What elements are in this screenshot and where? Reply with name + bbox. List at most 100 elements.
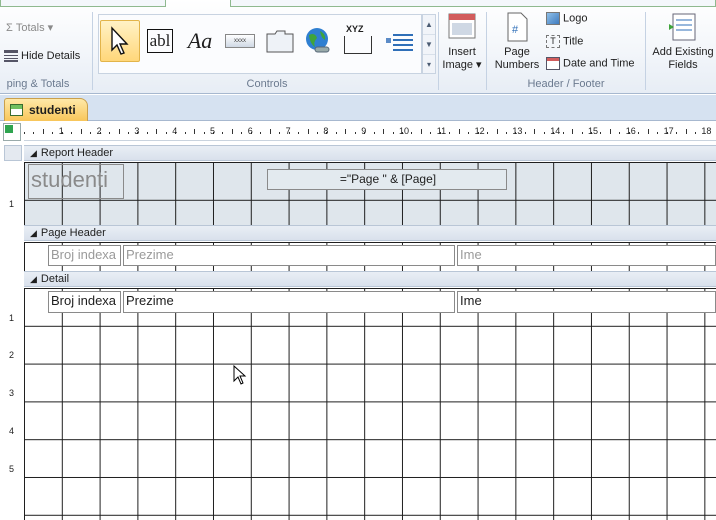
ruler-tick [487,132,489,134]
ruler-number: 5 [9,464,15,474]
logo-icon [546,12,560,25]
ruler-number: 2 [96,126,102,136]
ruler-tick [260,132,262,134]
list-box-control-button[interactable] [380,20,420,62]
vertical-ruler[interactable]: 1 1 2 3 4 5 [4,145,22,520]
globe-link-icon [306,28,330,53]
gallery-more-icon[interactable]: ▾ [423,55,435,75]
ruler-tick [468,132,470,134]
group-label-grouping: ping & Totals [6,78,70,90]
report-header-bar[interactable]: ◢ Report Header [24,145,716,161]
gallery-up-icon[interactable]: ▲ [423,15,435,35]
xyz-text: XYZ [346,24,364,34]
controls-gallery-scroll[interactable]: ▲ ▼ ▾ [422,14,436,74]
label-control-button[interactable]: Aa [180,20,220,62]
totals-label: Totals [15,22,45,34]
ruler-number: 18 [701,126,712,136]
page-numbers-button[interactable]: # Page Numbers [492,12,542,76]
gallery-down-icon[interactable]: ▼ [423,35,435,55]
ruler-tick [194,129,196,134]
hide-details-button[interactable]: Hide Details [4,50,80,63]
ruler-tick [42,129,44,134]
ruler-tick [222,132,224,134]
ruler-number: 10 [399,126,410,136]
totals-button[interactable]: Σ Totals ▾ [6,21,53,34]
textbox-ime[interactable]: Ime [457,291,716,313]
date-time-button[interactable]: Date and Time [546,57,635,70]
page-header-bar[interactable]: ◢ Page Header [24,225,716,241]
hide-details-icon [4,50,18,63]
ruler-tick [307,129,309,134]
ruler-tick [638,132,640,134]
ruler-tick [165,132,167,134]
ruler-tick [52,132,54,134]
ruler-number: 17 [663,126,674,136]
ruler-tick [373,132,375,134]
report-header-section[interactable]: studenti ="Page " & [Page] [24,162,716,225]
select-pointer-button[interactable] [100,20,140,62]
ruler-tick [298,132,300,134]
page-header-section[interactable]: Broj indexa Prezime Ime [24,242,716,271]
group-label-controls: Controls [246,78,288,90]
ruler-tick [496,129,498,134]
hyperlink-control-button[interactable] [298,20,338,62]
ruler-number: 1 [9,313,15,323]
textbox-broj-indexa[interactable]: Broj indexa [48,291,121,313]
ruler-tick [619,132,621,134]
ruler-number: 7 [285,126,291,136]
svg-text:#: # [512,24,519,36]
title-icon: T [546,35,560,48]
ruler-tick [203,132,205,134]
image-icon [448,13,476,39]
ruler-number: 1 [58,126,64,136]
group-divider [92,12,93,90]
page-number-expression[interactable]: ="Page " & [Page] [267,169,507,190]
ruler-number: 12 [474,126,485,136]
list-box-icon [386,34,413,51]
ruler-number: 3 [134,126,140,136]
ruler-number: 15 [588,126,599,136]
textbox-prezime[interactable]: Prezime [123,291,455,313]
ruler-tick [543,132,545,134]
tab-control-button[interactable] [260,20,300,62]
page-numbers-label: Page Numbers [494,46,540,71]
detail-section[interactable]: Broj indexa Prezime Ime [24,288,716,520]
ruler-tick [24,132,25,134]
insert-image-label: Insert Image ▾ [442,46,482,71]
ruler-tick [109,132,111,134]
ruler-tick [335,132,337,134]
ruler-tick [694,132,696,134]
pointer-arrow-icon [111,26,129,55]
report-selector[interactable] [3,123,21,141]
detail-bar[interactable]: ◢ Detail [24,271,716,287]
horizontal-ruler[interactable]: 1 2 3 4 5 6 7 8 9 10 11 12 13 14 15 16 17 18 [24,123,716,141]
report-header-selector[interactable] [4,145,22,161]
ruler-tick [609,129,611,134]
title-button[interactable]: T Title [546,35,583,48]
date-time-label: Date and Time [563,57,635,70]
ruler-tick [458,129,460,134]
tab-studenti[interactable]: studenti [4,98,88,121]
web-browser-control-button[interactable]: XYZ [338,20,378,62]
ruler-tick [184,132,186,134]
report-title[interactable]: studenti [28,164,124,199]
ruler-number: 4 [172,126,178,136]
web-browser-icon: XYZ [342,24,374,56]
ruler-tick [430,132,432,134]
section-arrow-icon: ◢ [30,273,37,284]
textbox-control-button[interactable]: abl [140,20,180,62]
label-prezime[interactable]: Prezime [123,245,455,266]
insert-image-button[interactable]: Insert Image ▾ [440,12,484,76]
add-existing-fields-button[interactable]: Add Existing Fields [650,12,716,76]
label-ime[interactable]: Ime [457,245,716,266]
label-broj-indexa[interactable]: Broj indexa [48,245,121,266]
logo-label: Logo [563,12,588,25]
ruler-tick [156,129,158,134]
ruler-tick [127,132,129,134]
ribbon: Σ Totals ▾ Hide Details ping & Totals ab… [0,0,716,94]
button-control-button[interactable]: xxxx [220,20,260,62]
label-icon: Aa [187,28,213,53]
ruler-tick [279,132,281,134]
ruler-number: 2 [9,350,15,360]
logo-button[interactable]: Logo [546,12,587,25]
